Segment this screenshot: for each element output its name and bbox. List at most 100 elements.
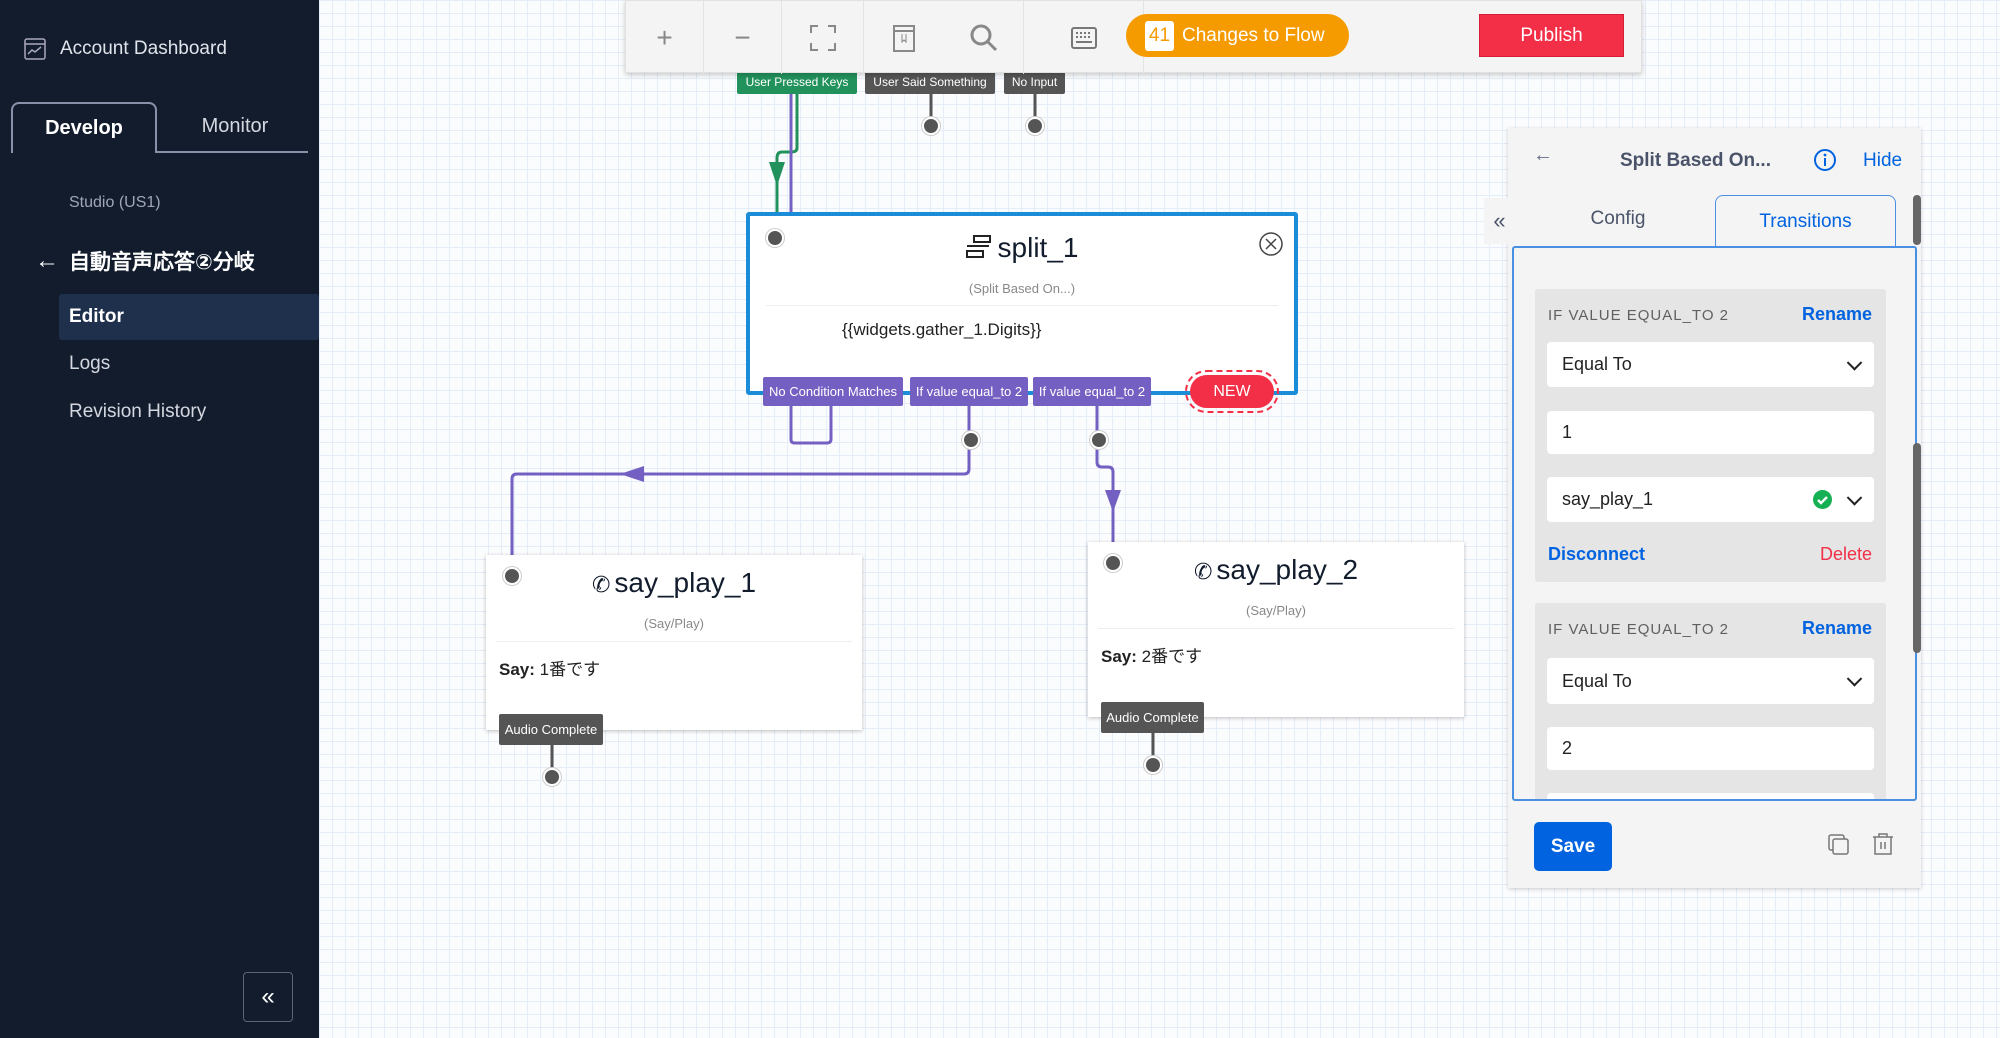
operator-value: Equal To xyxy=(1562,670,1632,691)
connection-handle[interactable] xyxy=(922,117,940,135)
arrow-left xyxy=(620,466,644,482)
tab-develop[interactable]: Develop xyxy=(11,102,157,153)
condition-label: IF VALUE EQUAL_TO 2 xyxy=(1548,307,1730,324)
say-play-2-widget[interactable]: ✆ say_play_2 (Say/Play) Say: 2番です xyxy=(1088,542,1464,717)
changes-count-badge: 41 xyxy=(1145,20,1174,51)
value-input[interactable]: 1 xyxy=(1547,411,1874,454)
connector-to-say-play-1 xyxy=(510,406,971,560)
connection-handle[interactable] xyxy=(766,229,784,247)
scrollbar-thumb[interactable] xyxy=(1913,443,1921,653)
nav-revision-history[interactable]: Revision History xyxy=(69,401,206,423)
connection-handle[interactable] xyxy=(1026,117,1044,135)
back-arrow-icon[interactable]: ← xyxy=(1533,144,1553,167)
zoom-in-button[interactable]: + xyxy=(626,1,704,74)
transition-if-value-2[interactable]: If value equal_to 2 xyxy=(1033,377,1151,406)
fit-screen-button[interactable] xyxy=(782,1,864,74)
double-chevron-left-icon: « xyxy=(1493,208,1506,233)
connection-handle[interactable] xyxy=(962,431,980,449)
publish-button[interactable]: Publish xyxy=(1479,14,1624,57)
changes-label: Changes to Flow xyxy=(1182,24,1325,46)
check-circle-icon xyxy=(1813,490,1832,509)
transition-audio-complete[interactable]: Audio Complete xyxy=(1101,702,1204,733)
connection-handle[interactable] xyxy=(1090,431,1108,449)
operator-value: Equal To xyxy=(1562,354,1632,374)
canvas-toolbar: + − 41 Changes to Flow Publish xyxy=(625,0,1642,74)
widget-config-panel: ← Split Based On... Hide « Config Transi… xyxy=(1484,128,1921,888)
rename-button[interactable]: Rename xyxy=(1802,618,1872,639)
phone-icon: ✆ xyxy=(591,572,611,597)
target-widget-select[interactable] xyxy=(1547,793,1874,799)
collapse-panel-button[interactable]: « xyxy=(1484,198,1515,244)
widget-name: say_play_1 xyxy=(614,567,757,598)
connection-handle[interactable] xyxy=(543,768,561,786)
tab-monitor[interactable]: Monitor xyxy=(160,102,310,151)
arrow-down xyxy=(1105,490,1121,512)
target-value: say_play_1 xyxy=(1562,489,1654,509)
disconnect-button[interactable]: Disconnect xyxy=(1548,544,1645,565)
info-icon[interactable] xyxy=(1813,148,1837,172)
operator-select[interactable]: Equal To xyxy=(1547,658,1874,704)
notes-button[interactable] xyxy=(864,1,944,74)
widget-title: split_1 xyxy=(750,232,1294,264)
transitions-content: IF VALUE EQUAL_TO 2 Rename Equal To 1 sa… xyxy=(1512,246,1917,801)
say-text: Say: 2番です xyxy=(1101,647,1203,666)
say-play-1-widget[interactable]: ✆ say_play_1 (Say/Play) Say: 1番です xyxy=(486,555,862,730)
split-icon xyxy=(965,235,991,258)
divider xyxy=(496,641,852,642)
hide-button[interactable]: Hide xyxy=(1863,150,1902,172)
split-widget[interactable]: split_1 (Split Based On...) {{widgets.ga… xyxy=(746,212,1298,395)
fullscreen-icon xyxy=(809,24,836,51)
scrollbar-top[interactable] xyxy=(1913,195,1921,245)
save-button[interactable]: Save xyxy=(1534,822,1612,871)
nav-logs[interactable]: Logs xyxy=(69,353,110,375)
transition-no-condition-matches[interactable]: No Condition Matches xyxy=(763,377,903,406)
account-dashboard-link[interactable]: Account Dashboard xyxy=(24,38,227,60)
widget-type: (Say/Play) xyxy=(644,616,704,631)
say-text: Say: 1番です xyxy=(499,660,601,679)
connection-handle[interactable] xyxy=(1104,554,1122,572)
keyboard-icon xyxy=(1070,26,1097,49)
nav-editor[interactable]: Editor xyxy=(59,294,319,340)
flow-name: 自動音声応答②分岐 xyxy=(69,251,255,274)
collapse-sidebar-button[interactable]: « xyxy=(243,972,293,1022)
arrow-down xyxy=(769,162,785,186)
widget-name: say_play_2 xyxy=(1216,554,1359,585)
new-transition-button[interactable]: NEW xyxy=(1185,370,1279,413)
phone-icon: ✆ xyxy=(1193,559,1213,584)
widget-name: split_1 xyxy=(997,232,1079,263)
tab-config[interactable]: Config xyxy=(1563,208,1673,230)
trash-icon[interactable] xyxy=(1872,832,1894,856)
connector-to-say-play-2 xyxy=(1095,406,1115,548)
back-arrow-icon[interactable]: ← xyxy=(35,247,59,275)
chevron-down-icon xyxy=(1846,489,1863,506)
delete-button[interactable]: Delete xyxy=(1820,544,1872,565)
book-icon xyxy=(893,24,915,52)
search-button[interactable] xyxy=(944,1,1024,74)
flow-title: ← 自動音声応答②分岐 xyxy=(35,246,255,276)
condition-label: IF VALUE EQUAL_TO 2 xyxy=(1548,621,1730,638)
new-label: NEW xyxy=(1190,375,1274,408)
target-widget-select[interactable]: say_play_1 xyxy=(1547,477,1874,522)
dashboard-icon xyxy=(24,38,46,60)
close-icon[interactable] xyxy=(1258,231,1284,257)
condition-card: IF VALUE EQUAL_TO 2 Rename Equal To 2 xyxy=(1535,603,1886,799)
search-icon xyxy=(970,24,997,51)
transition-if-value-1[interactable]: If value equal_to 2 xyxy=(910,377,1028,406)
split-expression: {{widgets.gather_1.Digits}} xyxy=(842,320,1042,339)
account-dashboard-label: Account Dashboard xyxy=(60,38,227,59)
rename-button[interactable]: Rename xyxy=(1802,304,1872,325)
tab-transitions[interactable]: Transitions xyxy=(1715,195,1896,247)
chevron-down-icon xyxy=(1846,671,1863,687)
panel-title: Split Based On... xyxy=(1620,150,1771,171)
operator-select[interactable]: Equal To xyxy=(1547,342,1874,387)
value-input[interactable]: 2 xyxy=(1547,727,1874,770)
chevron-down-icon xyxy=(1846,354,1863,371)
sidebar: Account Dashboard Develop Monitor Studio… xyxy=(0,0,319,1038)
transition-audio-complete[interactable]: Audio Complete xyxy=(499,714,603,745)
connection-handle[interactable] xyxy=(1144,756,1162,774)
changes-to-flow-button[interactable]: 41 Changes to Flow xyxy=(1126,14,1349,57)
connection-handle[interactable] xyxy=(503,567,521,585)
zoom-out-button[interactable]: − xyxy=(704,1,782,74)
copy-icon[interactable] xyxy=(1828,834,1850,856)
region-label: Studio (US1) xyxy=(69,194,161,211)
